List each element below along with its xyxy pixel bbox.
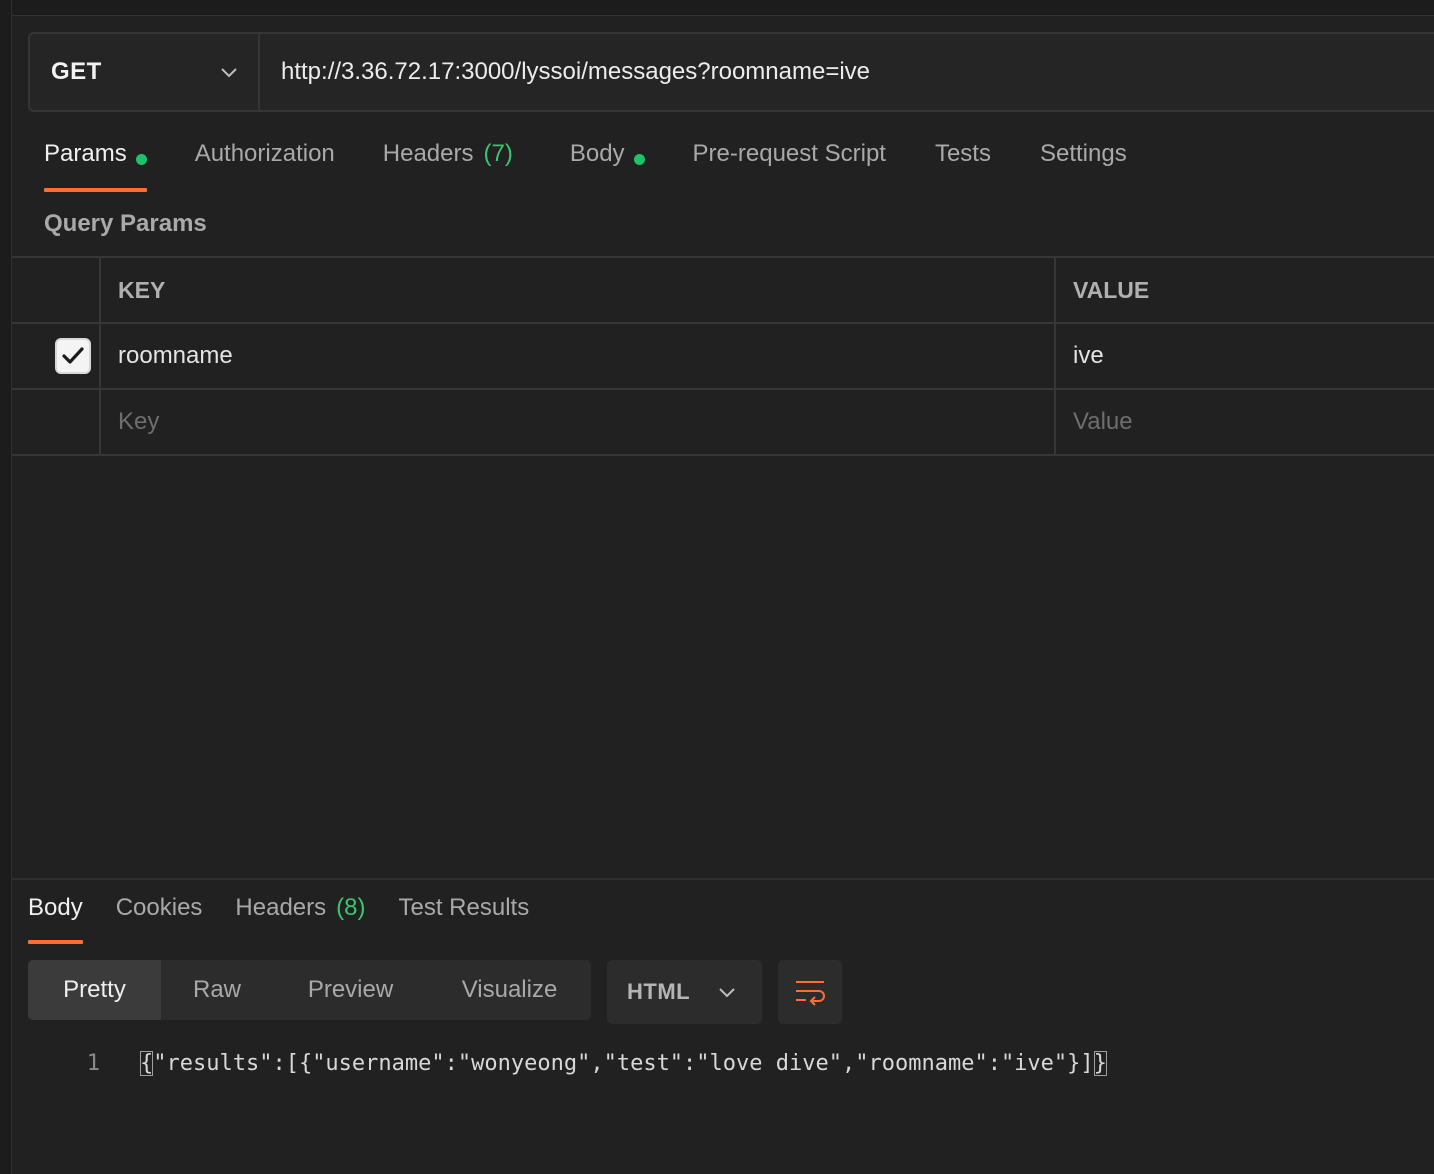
response-json: "results":[{"username":"wonyeong","test"… [153,1050,1094,1076]
tab-response-body-label: Body [28,894,83,921]
tab-response-body[interactable]: Body [28,894,83,944]
tab-pre-request-label: Pre-request Script [692,140,886,167]
request-bar: GET http://3.36.72.17:3000/lyssoi/messag… [28,32,1434,112]
line-number: 1 [86,1050,100,1076]
table-header-row: KEY VALUE [12,256,1434,322]
tab-headers[interactable]: Headers (7) [383,140,513,192]
row-check-cell [12,324,101,388]
tab-cookies[interactable]: Cookies [116,894,203,944]
active-tab-indicator [28,940,83,944]
open-brace: { [140,1050,154,1076]
tab-response-headers-label: Headers [235,894,327,921]
status-dot [633,154,645,165]
param-enabled-checkbox[interactable] [54,338,91,374]
postman-window: GET http://3.36.72.17:3000/lyssoi/messag… [0,0,1434,1174]
view-mode-group: Pretty Raw Preview Visualize [28,960,591,1020]
response-headers-count: (8) [336,894,366,921]
wrap-lines-icon [796,981,825,1006]
tab-authorization[interactable]: Authorization [195,140,335,192]
row-check-cell [12,390,101,454]
tab-test-results[interactable]: Test Results [398,894,529,944]
new-key-input[interactable]: Key [101,390,1056,454]
view-visualize-button[interactable]: Visualize [428,960,591,1020]
tab-settings-label: Settings [1039,140,1127,167]
response-tabs: Body Cookies Headers (8) Test Results [28,894,529,944]
key-column-header: KEY [101,258,1056,322]
wrap-lines-button[interactable] [778,960,842,1024]
check-icon [61,347,84,364]
tab-headers-label: Headers [382,140,474,167]
tab-authorization-label: Authorization [194,140,335,167]
tab-tests[interactable]: Tests [935,140,991,192]
left-rail [0,0,12,1174]
tab-pre-request-script[interactable]: Pre-request Script [693,140,886,192]
format-select[interactable]: HTML [607,960,762,1024]
header-check-cell [12,258,101,322]
format-label: HTML [627,979,691,1004]
view-pretty-button[interactable]: Pretty [28,960,161,1020]
tab-body[interactable]: Body [570,140,645,192]
chevron-down-icon [719,988,735,998]
new-value-input[interactable]: Value [1056,390,1434,454]
tab-cookies-label: Cookies [115,894,203,921]
tab-params-label: Params [44,140,127,167]
status-dot [135,154,147,165]
view-raw-button[interactable]: Raw [161,960,273,1020]
tab-test-results-label: Test Results [398,894,530,921]
tab-body-label: Body [569,140,625,167]
method-select[interactable]: GET [30,34,260,110]
value-column-header: VALUE [1073,276,1150,303]
response-code-line: 1 {"results":[{"username":"wonyeong","te… [60,1045,1107,1081]
tab-settings[interactable]: Settings [1040,140,1127,192]
close-brace: } [1093,1050,1107,1076]
method-label: GET [51,58,102,85]
headers-count: (7) [483,140,513,167]
query-params-title: Query Params [44,210,207,237]
tab-tests-label: Tests [934,140,991,167]
table-row: roomname ive [12,322,1434,388]
tab-response-headers[interactable]: Headers (8) [235,894,365,944]
param-value-input[interactable]: ive [1056,324,1434,388]
view-preview-button[interactable]: Preview [273,960,428,1020]
query-params-table: KEY VALUE roomname ive Key Value [12,256,1434,456]
chevron-down-icon [221,68,237,78]
param-key-input[interactable]: roomname [101,324,1056,388]
top-strip [12,0,1434,16]
response-pane-divider[interactable] [12,878,1434,880]
tab-params[interactable]: Params [44,140,147,192]
table-row-empty: Key Value [12,388,1434,456]
active-tab-indicator [44,188,147,192]
request-tabs: Params Authorization Headers (7) Body Pr… [44,140,1127,192]
url-input[interactable]: http://3.36.72.17:3000/lyssoi/messages?r… [260,34,1434,110]
response-body-text[interactable]: {"results":[{"username":"wonyeong","test… [140,1050,1107,1076]
